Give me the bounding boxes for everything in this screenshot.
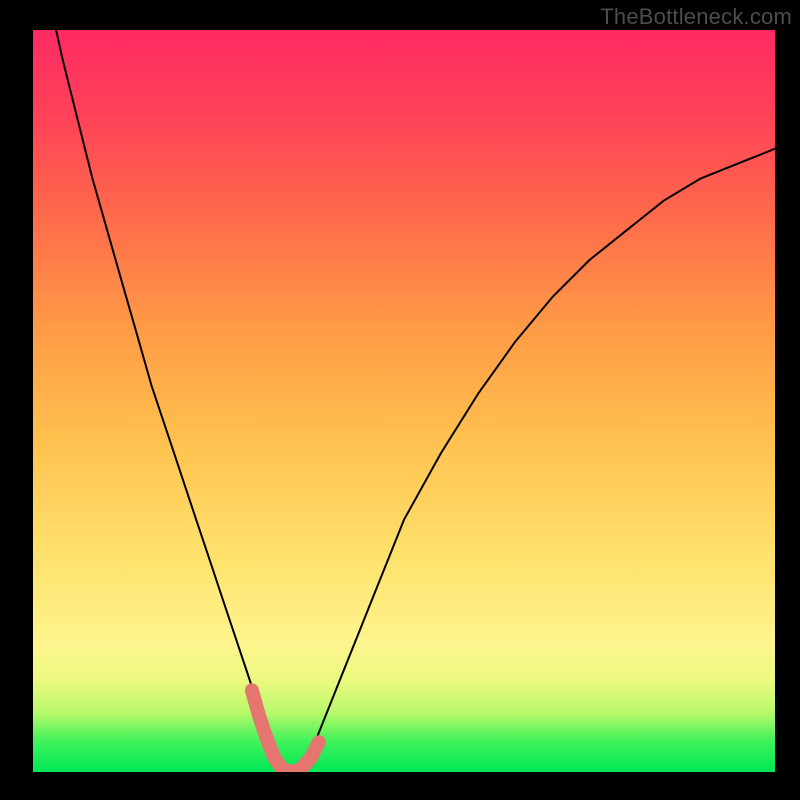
bottleneck-curve-plot xyxy=(0,0,800,800)
gradient-background xyxy=(33,30,775,772)
watermark-text: TheBottleneck.com xyxy=(600,4,792,30)
chart-container: TheBottleneck.com xyxy=(0,0,800,800)
